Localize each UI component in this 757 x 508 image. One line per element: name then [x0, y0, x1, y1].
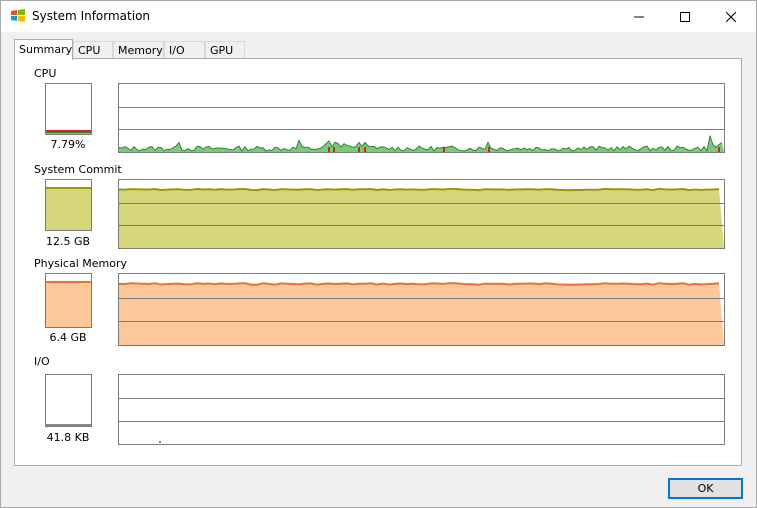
commit-mini-meter [45, 179, 92, 231]
cpu-area [119, 135, 724, 152]
close-button[interactable] [708, 1, 754, 32]
maximize-button[interactable] [662, 1, 708, 32]
commit-mini-fill [46, 187, 91, 230]
tab-io[interactable]: I/O [164, 41, 205, 59]
cpu-label: CPU [34, 67, 57, 80]
io-history-graph [118, 374, 725, 445]
minimize-icon [634, 16, 644, 17]
memory-mini-meter [45, 273, 92, 328]
title-bar[interactable]: System Information [1, 1, 756, 32]
cpu-history-graph [118, 83, 725, 153]
area-fill [119, 283, 724, 345]
area-line [119, 187, 720, 192]
tab-gpu[interactable]: GPU [205, 41, 245, 59]
io-mini-fill [46, 424, 91, 426]
memory-value: 6.4 GB [49, 331, 87, 344]
commit-value: 12.5 GB [45, 235, 91, 248]
cpu-value: 7.79% [50, 138, 86, 151]
tab-summary[interactable]: Summary [14, 39, 73, 60]
ok-button[interactable]: OK [668, 478, 743, 499]
system-information-window: System Information Summary CPU Memory I/… [0, 0, 757, 508]
system-commit-label: System Commit [34, 163, 122, 176]
io-value: 41.8 KB [46, 431, 90, 444]
close-icon [726, 11, 736, 22]
cpu-mini-fill [46, 130, 91, 134]
area-line [119, 282, 720, 286]
maximize-icon [680, 11, 690, 22]
summary-panel: CPU 7.79% System Commit 12.5 GB Physical… [14, 58, 742, 466]
memory-mini-fill [46, 281, 91, 327]
window-title: System Information [32, 9, 151, 23]
tab-cpu[interactable]: CPU [73, 41, 113, 59]
memory-history-graph [118, 273, 725, 346]
cpu-mini-meter [45, 83, 92, 135]
area-fill [119, 188, 724, 248]
minimize-button[interactable] [616, 1, 662, 32]
io-mini-meter [45, 374, 92, 427]
tab-memory[interactable]: Memory [113, 41, 164, 59]
windows-logo-icon [10, 8, 26, 24]
physical-memory-label: Physical Memory [34, 257, 127, 270]
commit-history-graph [118, 179, 725, 249]
io-label: I/O [34, 355, 50, 368]
